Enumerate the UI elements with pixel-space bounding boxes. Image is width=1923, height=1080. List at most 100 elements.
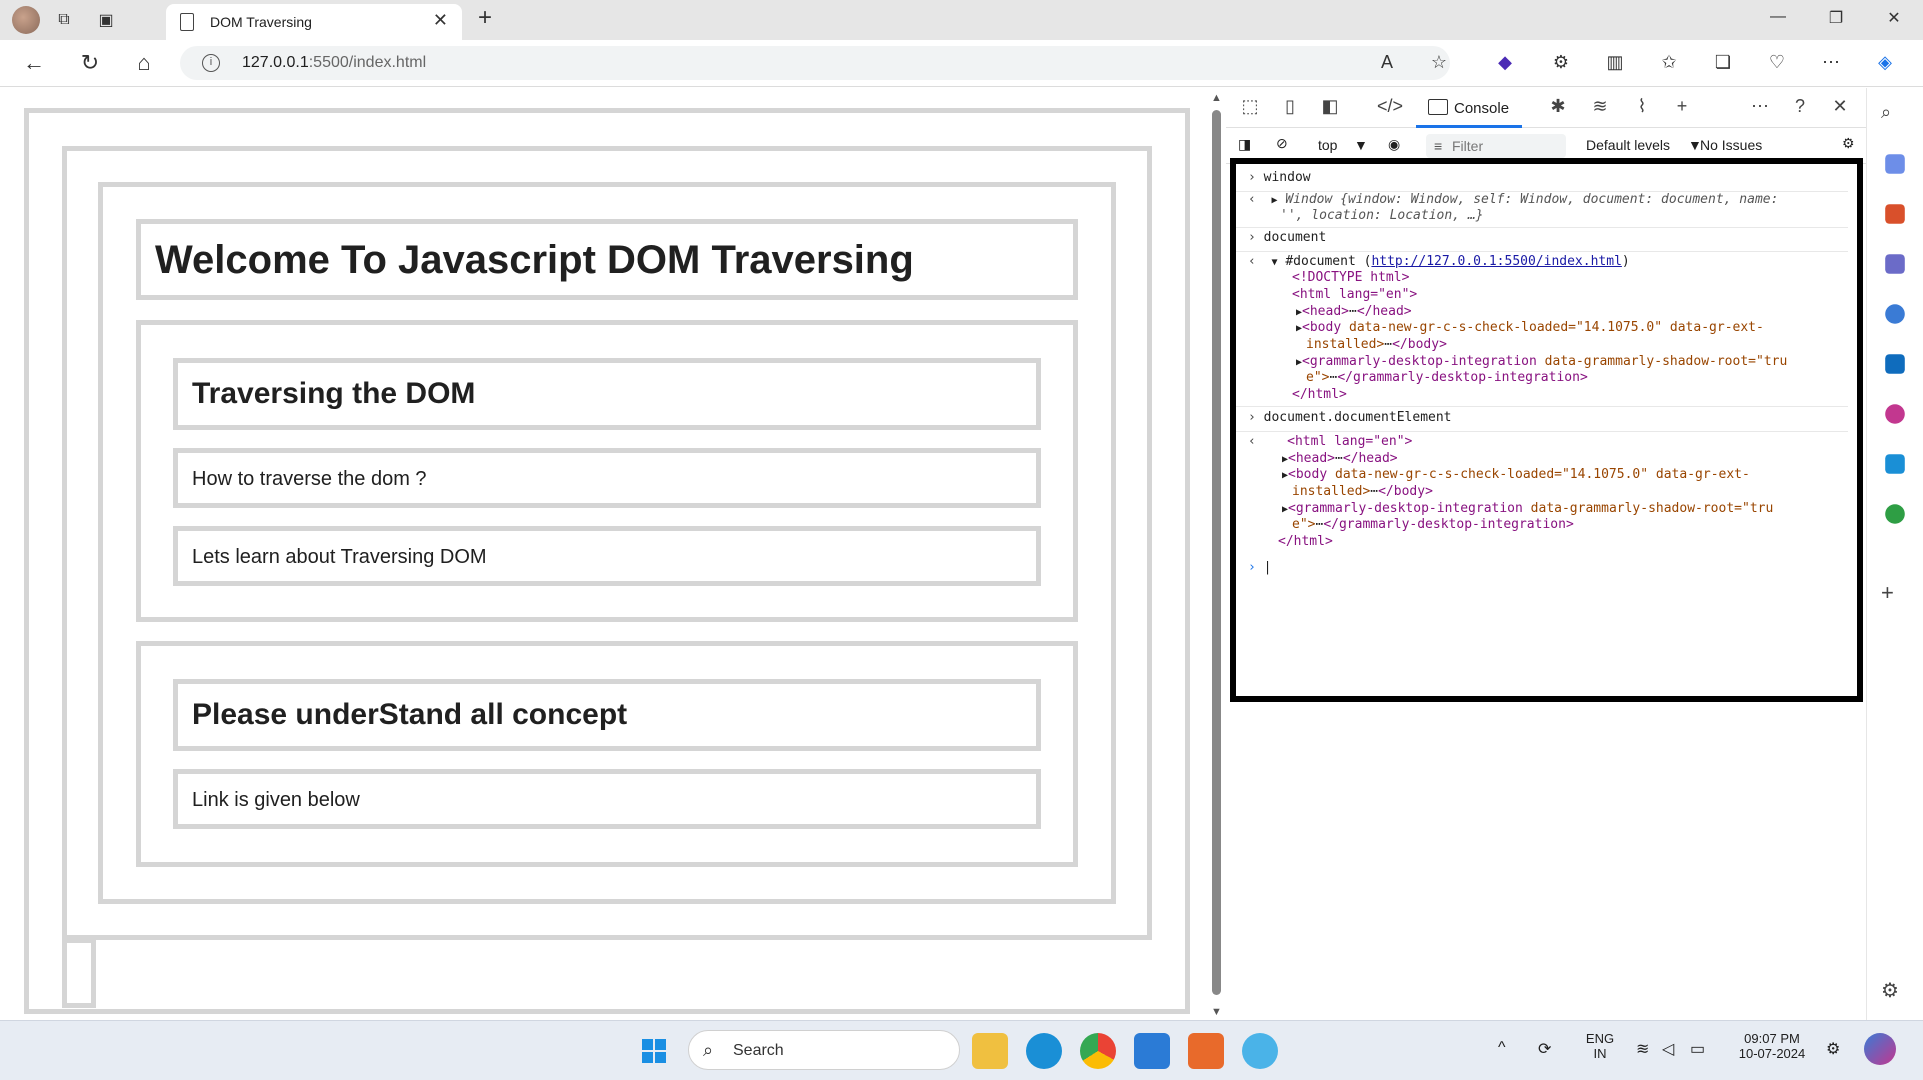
sidebar-toggle-icon[interactable]: ◨ — [1238, 136, 1251, 153]
filter-input[interactable]: ≡ Filter — [1426, 134, 1566, 158]
favorites-icon[interactable]: ✩ — [1654, 52, 1684, 73]
language-indicator[interactable]: ENG IN — [1580, 1031, 1620, 1061]
section-1-para-1: How to traverse the dom ? — [192, 468, 427, 490]
clock[interactable]: 09:07 PM 10-07-2024 — [1732, 1031, 1812, 1061]
section-2-title-box: Please underStand all concept — [173, 679, 1041, 751]
sync-icon[interactable]: ⟳ — [1538, 1039, 1551, 1059]
filter-placeholder: Filter — [1452, 138, 1484, 154]
filter-icon: ≡ — [1434, 138, 1443, 154]
context-dropdown-icon[interactable]: ▼ — [1354, 137, 1368, 153]
clear-console-icon[interactable]: ⊘ — [1276, 135, 1288, 152]
site-info-icon[interactable]: i — [202, 54, 220, 72]
volume-icon[interactable]: ◁ — [1662, 1039, 1674, 1059]
extensions-icon[interactable]: ⚙ — [1546, 52, 1576, 73]
app-icon[interactable] — [1188, 1033, 1224, 1069]
tab-title: DOM Traversing — [210, 14, 312, 30]
issues-label[interactable]: No Issues — [1700, 137, 1762, 153]
wifi-icon[interactable]: ≋ — [1636, 1039, 1649, 1059]
section-2-para-1: Link is given below — [192, 789, 360, 811]
back-arrow-icon[interactable]: ← — [20, 50, 48, 76]
console-prompt[interactable]: › | — [1248, 560, 1271, 575]
head-node[interactable]: ▶<head>⋯</head> — [1296, 304, 1412, 319]
inspect-element-icon[interactable]: ⬚ — [1236, 96, 1264, 117]
tab-console[interactable]: Console — [1416, 88, 1522, 128]
help-icon[interactable]: ? — [1786, 96, 1814, 117]
chrome-icon[interactable] — [1080, 1033, 1116, 1069]
grammarly-node[interactable]: ▶<grammarly-desktop-integration data-gra… — [1296, 354, 1787, 369]
scrollbar-thumb[interactable] — [1212, 110, 1221, 995]
console-input-1: › window — [1248, 170, 1311, 185]
console-tab-label: Console — [1454, 100, 1510, 117]
battery-icon[interactable]: ▭ — [1690, 1039, 1705, 1059]
copilot-icon[interactable]: ◈ — [1870, 52, 1900, 73]
document-node[interactable]: ‹ ▼ #document (http://127.0.0.1:5500/ind… — [1248, 254, 1630, 269]
device-emulation-icon[interactable]: ▯ — [1276, 96, 1304, 117]
performance-icon[interactable]: ⌇ — [1628, 96, 1656, 117]
browser-essentials-icon[interactable]: ♡ — [1762, 52, 1792, 73]
taskbar-search[interactable]: ⌕ Search — [688, 1030, 960, 1070]
debugger-icon[interactable]: ✱ — [1544, 96, 1572, 117]
tray-overflow-icon[interactable]: ^ — [1498, 1039, 1506, 1057]
extension-diamond-icon[interactable]: ◆ — [1490, 52, 1520, 73]
notifications-icon[interactable]: ⚙ — [1826, 1039, 1840, 1059]
home-icon[interactable]: ⌂ — [130, 50, 158, 76]
split-screen-icon[interactable]: ▥ — [1600, 52, 1630, 73]
search-icon[interactable]: ⌕ — [1881, 102, 1909, 130]
tab-strip: ⧉ ▣ DOM Traversing ✕ + — ❐ ✕ — [0, 0, 1923, 40]
vscode-icon[interactable] — [1134, 1033, 1170, 1069]
browser-tab[interactable]: DOM Traversing ✕ — [166, 4, 462, 40]
designer-icon[interactable] — [1885, 404, 1905, 424]
close-devtools-icon[interactable]: ✕ — [1826, 96, 1854, 117]
live-expression-eye-icon[interactable]: ◉ — [1388, 136, 1400, 153]
more-options-icon[interactable]: ⋯ — [1816, 52, 1846, 73]
refresh-icon[interactable]: ↻ — [76, 50, 104, 76]
close-tab-button[interactable]: ✕ — [433, 10, 448, 31]
document-url-link[interactable]: http://127.0.0.1:5500/index.html — [1371, 254, 1621, 269]
send-icon[interactable] — [1885, 454, 1905, 474]
html-close-node: </html> — [1292, 387, 1347, 402]
windows-start-icon[interactable] — [636, 1033, 672, 1069]
devtools-menu-icon[interactable]: ⋯ — [1746, 96, 1774, 117]
console-output-3[interactable]: ‹ <html lang="en"> — [1248, 434, 1412, 449]
body-node[interactable]: ▶<body data-new-gr-c-s-check-loaded="14.… — [1296, 320, 1764, 335]
profile-avatar[interactable] — [12, 6, 40, 34]
favorite-star-icon[interactable]: ☆ — [1424, 52, 1454, 73]
elements-tab-icon[interactable]: </> — [1376, 96, 1404, 117]
head-node-2[interactable]: ▶<head>⋯</head> — [1282, 451, 1398, 466]
body-node-2[interactable]: ▶<body data-new-gr-c-s-check-loaded="14.… — [1282, 467, 1750, 482]
edge-icon[interactable] — [1026, 1033, 1062, 1069]
tools-icon[interactable] — [1885, 204, 1905, 224]
file-explorer-icon[interactable] — [972, 1033, 1008, 1069]
section-2-title: Please underStand all concept — [192, 698, 628, 731]
network-icon[interactable]: ≋ — [1586, 96, 1614, 117]
tag-icon[interactable] — [1885, 154, 1905, 174]
console-output-1[interactable]: ‹ ▶ Window {window: Window, self: Window… — [1248, 192, 1778, 207]
address-bar[interactable]: i 127.0.0.1:5500/index.html — [180, 46, 1450, 80]
new-tab-button[interactable]: + — [478, 4, 492, 32]
add-sidebar-app-icon[interactable]: + — [1881, 580, 1909, 608]
outlook-icon[interactable] — [1885, 354, 1905, 374]
dock-side-icon[interactable]: ◧ — [1316, 96, 1344, 117]
page-scrollbar[interactable]: ▲ ▼ — [1210, 88, 1224, 1020]
more-tools-icon[interactable]: + — [1668, 96, 1696, 117]
sidebar-settings-icon[interactable]: ⚙ — [1881, 978, 1909, 1006]
collections-icon[interactable]: ❏ — [1708, 52, 1738, 73]
app-icon-2[interactable] — [1242, 1033, 1278, 1069]
section-1-title: Traversing the DOM — [192, 377, 476, 410]
minimize-button[interactable]: — — [1758, 8, 1798, 26]
games-icon[interactable] — [1885, 254, 1905, 274]
tab-actions-icon[interactable]: ▣ — [92, 6, 120, 34]
maximize-button[interactable]: ❐ — [1816, 8, 1856, 28]
copilot-taskbar-icon[interactable] — [1864, 1033, 1896, 1065]
tree-icon[interactable] — [1885, 504, 1905, 524]
scroll-down-icon[interactable]: ▼ — [1211, 1006, 1222, 1018]
read-aloud-icon[interactable]: A — [1372, 52, 1402, 73]
close-window-button[interactable]: ✕ — [1874, 8, 1914, 28]
console-settings-icon[interactable]: ⚙ — [1842, 135, 1855, 152]
context-select[interactable]: top — [1318, 137, 1337, 153]
workspaces-icon[interactable]: ⧉ — [50, 6, 78, 34]
levels-dropdown[interactable]: Default levels — [1586, 137, 1670, 153]
grammarly-node-2[interactable]: ▶<grammarly-desktop-integration data-gra… — [1282, 501, 1773, 516]
copilot-sidebar-icon[interactable] — [1885, 304, 1905, 324]
scroll-up-icon[interactable]: ▲ — [1211, 92, 1222, 104]
